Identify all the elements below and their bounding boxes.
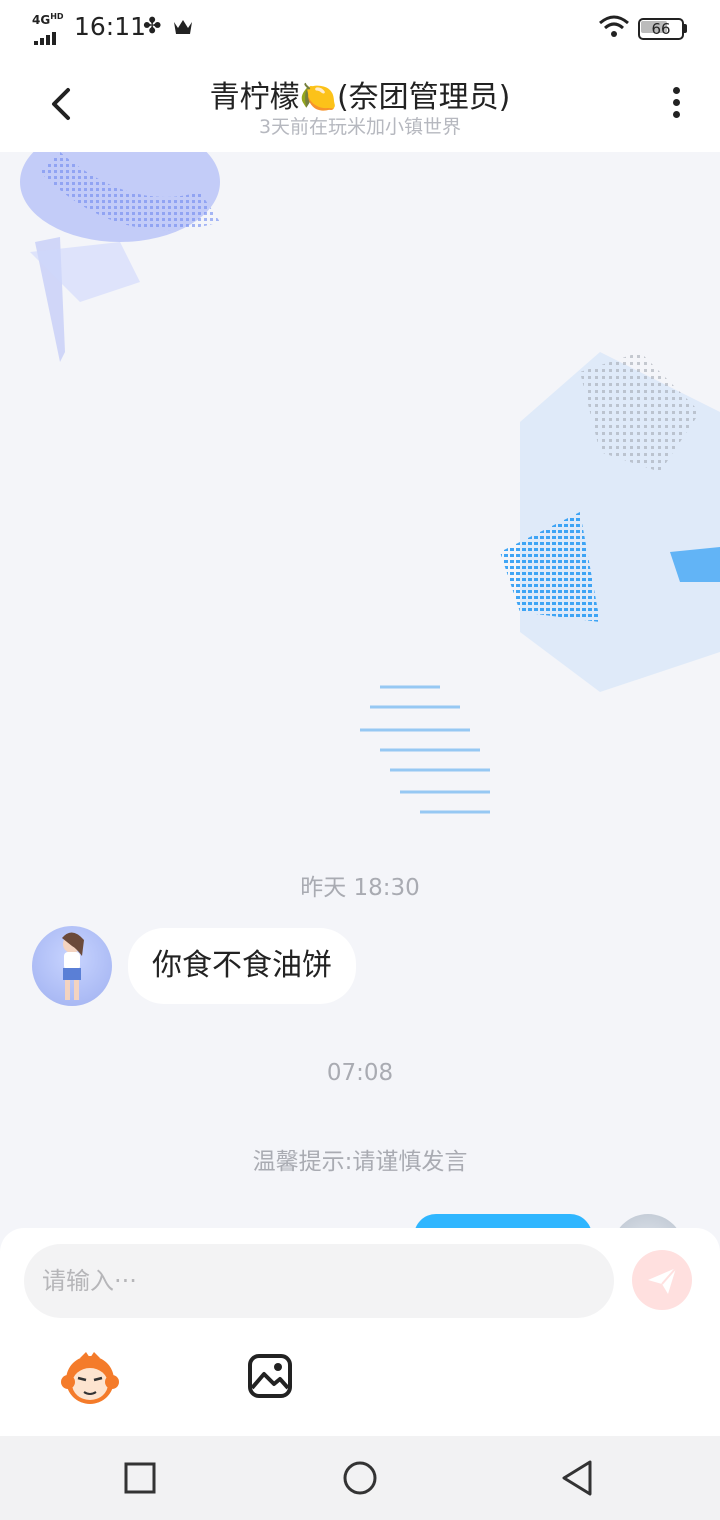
user-status: 3天前在玩米加小镇世界 bbox=[258, 116, 462, 138]
message-timestamp: 昨天 18:30 bbox=[300, 875, 420, 901]
signal-icon: 4GHD bbox=[32, 12, 66, 45]
message-timestamp: 07:08 bbox=[326, 1060, 394, 1086]
received-message-bubble[interactable]: 你食不食油饼 bbox=[128, 928, 356, 1004]
chat-header: 青柠檬🍋(奈团管理员) 3天前在玩米加小镇世界 bbox=[0, 56, 720, 152]
chat-background-image bbox=[20, 152, 720, 814]
contact-avatar[interactable] bbox=[32, 926, 112, 1006]
more-options-button[interactable] bbox=[660, 82, 692, 126]
self-avatar[interactable] bbox=[612, 1214, 684, 1228]
crown-icon bbox=[174, 20, 192, 34]
fan-icon: ✤ bbox=[143, 14, 162, 39]
home-button[interactable] bbox=[340, 1458, 380, 1498]
paper-plane-icon bbox=[648, 1267, 677, 1294]
safety-tip: 温馨提示:请谨慎发言 bbox=[252, 1149, 468, 1175]
image-icon[interactable] bbox=[246, 1352, 294, 1400]
page-title: 青柠檬🍋(奈团管理员) bbox=[209, 80, 511, 115]
recent-apps-button[interactable] bbox=[120, 1458, 160, 1498]
network-type: 4G bbox=[32, 13, 51, 27]
status-bar: 4GHD 16:11 ✤ 66 bbox=[0, 0, 720, 56]
sent-message-bubble[interactable] bbox=[414, 1214, 592, 1228]
system-nav-bar bbox=[0, 1436, 720, 1520]
battery-level: 66 bbox=[651, 20, 671, 38]
more-vertical-icon bbox=[672, 87, 680, 94]
chat-area[interactable]: 昨天 18:30 你食不食油饼 07:08 温馨提示:请谨慎发言 bbox=[0, 152, 720, 1228]
send-button[interactable] bbox=[632, 1250, 692, 1310]
back-nav-button[interactable] bbox=[558, 1458, 598, 1498]
input-panel bbox=[0, 1228, 720, 1436]
battery-icon: 66 bbox=[638, 18, 688, 40]
message-input[interactable] bbox=[24, 1244, 614, 1318]
status-time: 16:11 bbox=[74, 12, 147, 41]
avatar-illustration bbox=[62, 932, 84, 1000]
network-badge: HD bbox=[50, 12, 64, 21]
mascot-emoji-icon[interactable] bbox=[60, 1350, 120, 1406]
wifi-icon bbox=[599, 15, 629, 37]
